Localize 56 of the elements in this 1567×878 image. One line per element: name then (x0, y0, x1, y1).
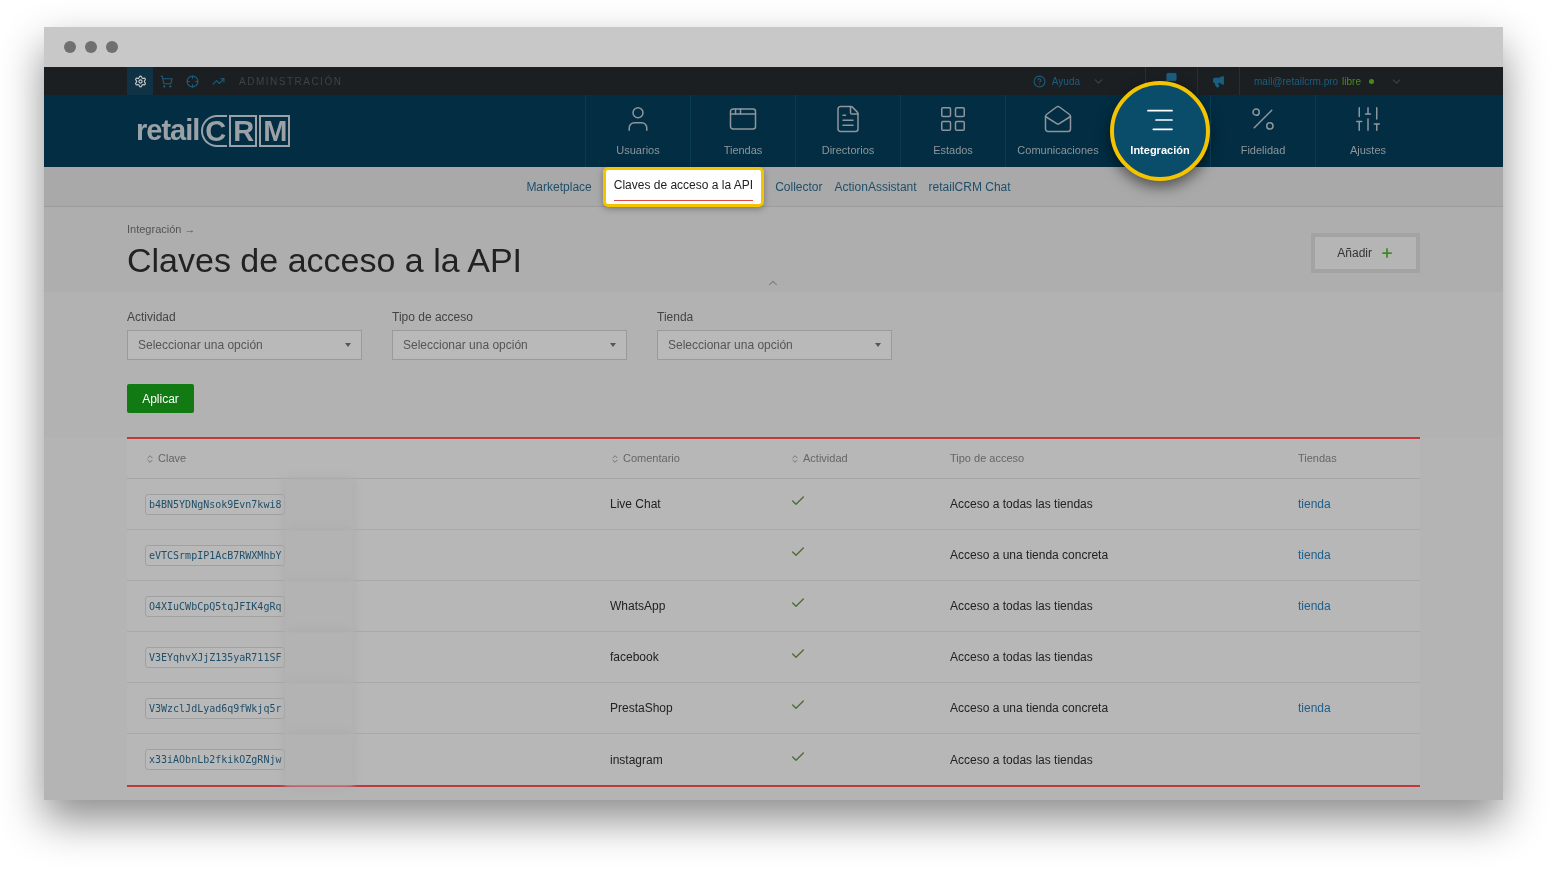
column-header[interactable]: Comentario (610, 450, 790, 467)
help-button[interactable]: Ayuda (1032, 73, 1106, 89)
api-key-code: eVTCSrmpIP1AcB7RWXMhbY (145, 544, 286, 566)
access-type-cell-text: Acceso a todas las tiendas (950, 751, 1094, 769)
api-key-code: V3WzclJdLyad6q9fWkjq5r (145, 697, 286, 719)
api-key-code: O4XIuCWbCpQ5tqJFIK4gRq (145, 595, 286, 617)
breadcrumb[interactable]: Integración → (127, 221, 522, 238)
store-link[interactable]: tienda (1298, 546, 1331, 564)
access-type-cell-text: Acceso a una tienda concreta (950, 547, 1110, 564)
filter-label: Tipo de acceso (392, 309, 474, 326)
api-key-code: V3EYqhvXJjZ135yaR711SF (145, 646, 286, 668)
comment-cell-text: Live Chat (610, 496, 662, 513)
comment-cell-text: PrestaShop (610, 700, 674, 717)
subnav-link[interactable]: Marketplace (525, 177, 593, 196)
access-type-cell-text: Acceso a todas las tiendas (950, 598, 1094, 615)
api-key-code: b4BN5YDNgNsok9Evn7kwi8 (145, 493, 286, 515)
column-header: Tipo de acceso (950, 451, 1026, 467)
filter-label: Tienda (657, 309, 695, 326)
window-control-icon[interactable] (85, 41, 97, 53)
envelope-icon (1043, 103, 1073, 134)
subnav-link[interactable]: ActionAssistant (833, 177, 918, 196)
access-type-cell-text: Acceso a todas las tiendas (950, 649, 1094, 666)
apply-button[interactable]: Aplicar (127, 384, 194, 413)
plan-label: libre (1342, 74, 1361, 89)
select-field[interactable]: Seleccionar una opción (392, 330, 627, 360)
comment-cell-text: WhatsApp (610, 598, 667, 615)
window-control-icon[interactable] (64, 41, 76, 53)
comment-cell-text: facebook (610, 649, 660, 666)
dropdown-caret-icon (610, 343, 616, 347)
column-header: Tiendas (1298, 451, 1338, 467)
store-link[interactable]: tienda (1298, 597, 1331, 615)
access-type-cell-text: Acceso a todas las tiendas (950, 496, 1094, 513)
window-control-icon[interactable] (106, 41, 118, 53)
select-field[interactable]: Seleccionar una opción (127, 330, 362, 360)
store-link[interactable]: tienda (1298, 495, 1331, 513)
account-menu[interactable]: mail@retailcrm.pro libre (1240, 67, 1503, 95)
subnav-link[interactable]: Collector (774, 177, 824, 196)
retailcrm-logo: retail C R M (136, 109, 291, 153)
select-field[interactable]: Seleccionar una opción (657, 330, 892, 360)
subnav-tab[interactable]: Claves de acceso a la API (602, 166, 765, 207)
page-title: Claves de acceso a la API (127, 239, 522, 281)
dropdown-caret-icon (875, 343, 881, 347)
add-button[interactable]: Añadir (1311, 233, 1420, 273)
chat-icon[interactable] (1166, 71, 1178, 83)
access-type-cell-text: Acceso a una tienda concreta (950, 700, 1110, 717)
column-header[interactable]: Actividad (790, 450, 950, 467)
column-header[interactable]: Clave (127, 450, 610, 467)
help-icon (1032, 74, 1046, 88)
store-link[interactable]: tienda (1298, 699, 1331, 717)
subnav-link[interactable]: retailCRM Chat (927, 177, 1012, 196)
filter-label: Actividad (127, 309, 177, 326)
comment-cell-text: instagram (610, 751, 664, 769)
plus-icon (1380, 246, 1394, 260)
dropdown-caret-icon (345, 343, 351, 347)
api-key-code: x33iAObnLb2fkikOZgRNjw (145, 749, 286, 770)
settings-icon[interactable] (127, 67, 153, 95)
